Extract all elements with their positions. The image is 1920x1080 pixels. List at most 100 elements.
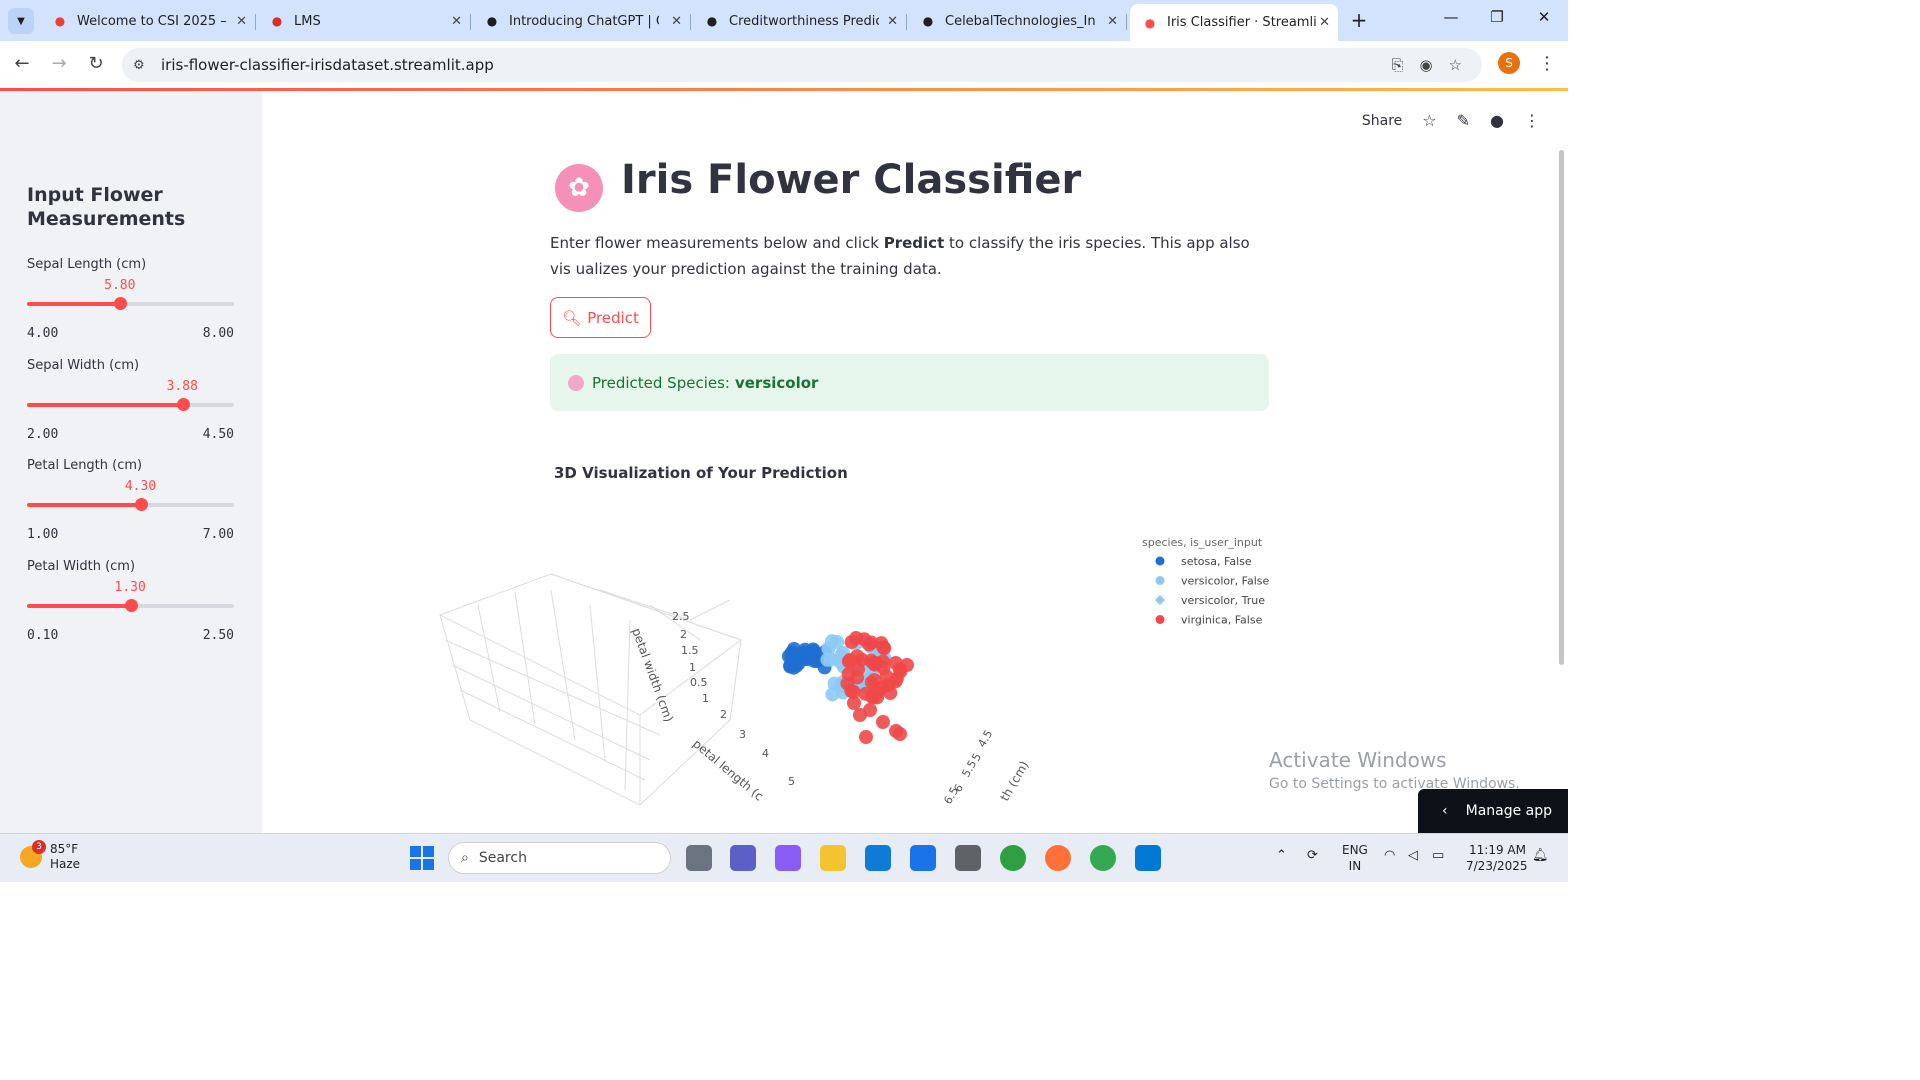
browser-tab[interactable]: ● LMS ✕ (257, 6, 471, 36)
setosa-point (781, 649, 796, 664)
back-icon[interactable]: ← (10, 53, 34, 74)
browser-tab-bar: ▼ ● Welcome to CSI 2025 – You ✕ ● LMS ✕ ● Intro… (0, 0, 1568, 41)
close-tab-icon[interactable]: ✕ (1107, 14, 1118, 29)
reload-icon[interactable]: ↻ (84, 53, 108, 74)
y-axis-ticks: 4.555.566.5 (941, 728, 995, 807)
file-explorer-icon[interactable] (820, 845, 846, 871)
search-icon: ⌕ (461, 850, 469, 866)
result-label: Predicted Species: (592, 373, 730, 392)
slider-value: 5.80 (104, 278, 136, 293)
legend-entry[interactable]: setosa, False (1181, 555, 1252, 568)
tab-title: Introducing ChatGPT | Ope (509, 13, 659, 29)
desc-text-1: Enter flower measurements below and clic… (550, 234, 884, 252)
omnibox[interactable]: ⚙ iris-flower-classifier-irisdataset.str… (122, 48, 1482, 82)
x-tick: 3 (739, 728, 746, 741)
bookmark-star-icon[interactable]: ☆ (1449, 56, 1462, 74)
slider-thumb[interactable] (114, 297, 128, 310)
virginica-point (859, 730, 873, 744)
task-view-icon[interactable] (686, 845, 712, 871)
virginica-point (877, 641, 892, 656)
sidebar: Input Flower Measurements Sepal Length (… (0, 91, 262, 833)
tab-search-dropdown[interactable]: ▼ (8, 8, 34, 34)
desc-bold: Predict (883, 234, 945, 252)
close-tab-icon[interactable]: ✕ (236, 14, 247, 29)
battery-icon[interactable]: ▭ (1432, 848, 1444, 863)
main-scrollbar[interactable] (1559, 150, 1564, 665)
tray-overflow-icon[interactable]: ⌃ (1276, 848, 1287, 863)
edit-pencil-icon[interactable]: ✎ (1457, 111, 1470, 130)
minimize-button[interactable]: — (1436, 8, 1466, 26)
browser-menu-icon[interactable]: ⋮ (1538, 53, 1556, 74)
x-axis-ticks: 123 4 5 (702, 692, 795, 788)
slider-thumb[interactable] (124, 598, 138, 612)
github-icon[interactable]: ● (1490, 111, 1504, 130)
legend-marker (1155, 595, 1165, 605)
slider-thumb[interactable] (176, 397, 190, 411)
virginica-point (867, 657, 882, 672)
share-button[interactable]: Share (1362, 113, 1402, 129)
legend-entry[interactable]: versicolor, False (1181, 575, 1270, 588)
weather-widget[interactable]: 3 85°F Haze (20, 840, 81, 872)
clock[interactable]: 11:19 AM 7/23/2025 (1466, 842, 1528, 874)
profile-avatar[interactable]: S (1498, 52, 1520, 74)
close-tab-icon[interactable]: ✕ (1319, 15, 1330, 30)
browser-tab[interactable]: ● Iris Classifier · Streamlit ✕ (1130, 4, 1338, 41)
close-window-button[interactable]: ✕ (1529, 8, 1559, 26)
slider-label: Petal Length (cm) (27, 458, 143, 473)
legend-entry[interactable]: virginica, False (1181, 614, 1263, 627)
browser-tab[interactable]: ● CelebalTechnologies_Intern ✕ (908, 6, 1127, 36)
close-tab-icon[interactable]: ✕ (451, 14, 462, 29)
firefox-icon[interactable] (1045, 845, 1071, 871)
virginica-point (844, 635, 859, 650)
windows-start-icon[interactable] (410, 846, 434, 870)
plot-grid (438, 573, 743, 806)
copilot-icon[interactable] (775, 845, 801, 871)
magnifier-icon: 🔍︎ (562, 308, 582, 327)
app-toolbar: Share ☆ ✎ ● ⋮ (1362, 111, 1540, 130)
z-tick: 0.5 (690, 676, 708, 689)
browser-tab[interactable]: ● Introducing ChatGPT | Ope ✕ (472, 6, 691, 36)
language-indicator[interactable]: ENG IN (1342, 842, 1368, 874)
app-menu-icon[interactable]: ⋮ (1524, 111, 1540, 130)
notification-bell-icon[interactable]: 🔔︎ (1532, 848, 1549, 863)
teams-icon[interactable] (730, 845, 756, 871)
vscode-icon[interactable] (1135, 845, 1161, 871)
chrome-icon[interactable] (1090, 845, 1116, 871)
browser-tab[interactable]: ● Welcome to CSI 2025 – You ✕ (40, 6, 256, 36)
install-app-icon[interactable]: ⎘ (1391, 56, 1403, 74)
manage-app-label: Manage app (1465, 803, 1553, 819)
volume-icon[interactable]: ◁ (1408, 848, 1418, 863)
wifi-icon[interactable]: ◠ (1384, 848, 1395, 863)
close-tab-icon[interactable]: ✕ (887, 14, 898, 29)
star-icon[interactable]: ☆ (1422, 111, 1436, 130)
news-icon[interactable] (910, 845, 936, 871)
new-tab-button[interactable]: + (1348, 8, 1370, 32)
predict-button[interactable]: 🔍︎ Predict (550, 297, 651, 338)
weather-temp: 85°F (50, 842, 79, 856)
slider-1[interactable]: Sepal Width (cm) 3.88 2.00 4.50 (27, 358, 234, 448)
weather-badge: 3 (32, 840, 46, 854)
site-settings-icon[interactable]: ⚙ (133, 58, 151, 73)
store-icon[interactable] (955, 845, 981, 871)
browser-tab[interactable]: ● Creditworthiness Predictio ✕ (692, 6, 907, 36)
restore-button[interactable]: ❐ (1482, 8, 1512, 26)
legend-entry[interactable]: versicolor, True (1181, 594, 1265, 607)
taskbar-search[interactable]: ⌕ Search (448, 842, 671, 874)
url-text[interactable]: iris-flower-classifier-irisdataset.strea… (161, 56, 494, 74)
result-value: versicolor (734, 373, 819, 392)
edge-icon[interactable] (1000, 845, 1026, 871)
slider-2[interactable]: Petal Length (cm) 4.30 1.00 7.00 (27, 458, 234, 548)
slider-thumb[interactable] (134, 498, 148, 511)
tracking-eye-icon[interactable]: ◉ (1419, 56, 1432, 74)
remote-desktop-icon[interactable] (865, 845, 891, 871)
forward-icon[interactable]: → (47, 53, 71, 74)
lang-code: ENG (1342, 843, 1368, 857)
weather-desc: Haze (50, 857, 81, 871)
close-tab-icon[interactable]: ✕ (671, 14, 682, 29)
slider-3[interactable]: Petal Width (cm) 1.30 0.10 2.50 (27, 559, 234, 649)
slider-max: 2.50 (202, 627, 234, 643)
manage-app-button[interactable]: ‹ Manage app (1418, 789, 1568, 833)
tab-title: Creditworthiness Predictio (729, 13, 879, 29)
slider-0[interactable]: Sepal Length (cm) 5.80 4.00 8.00 (27, 257, 234, 347)
sync-icon[interactable]: ⟳ (1307, 848, 1318, 863)
